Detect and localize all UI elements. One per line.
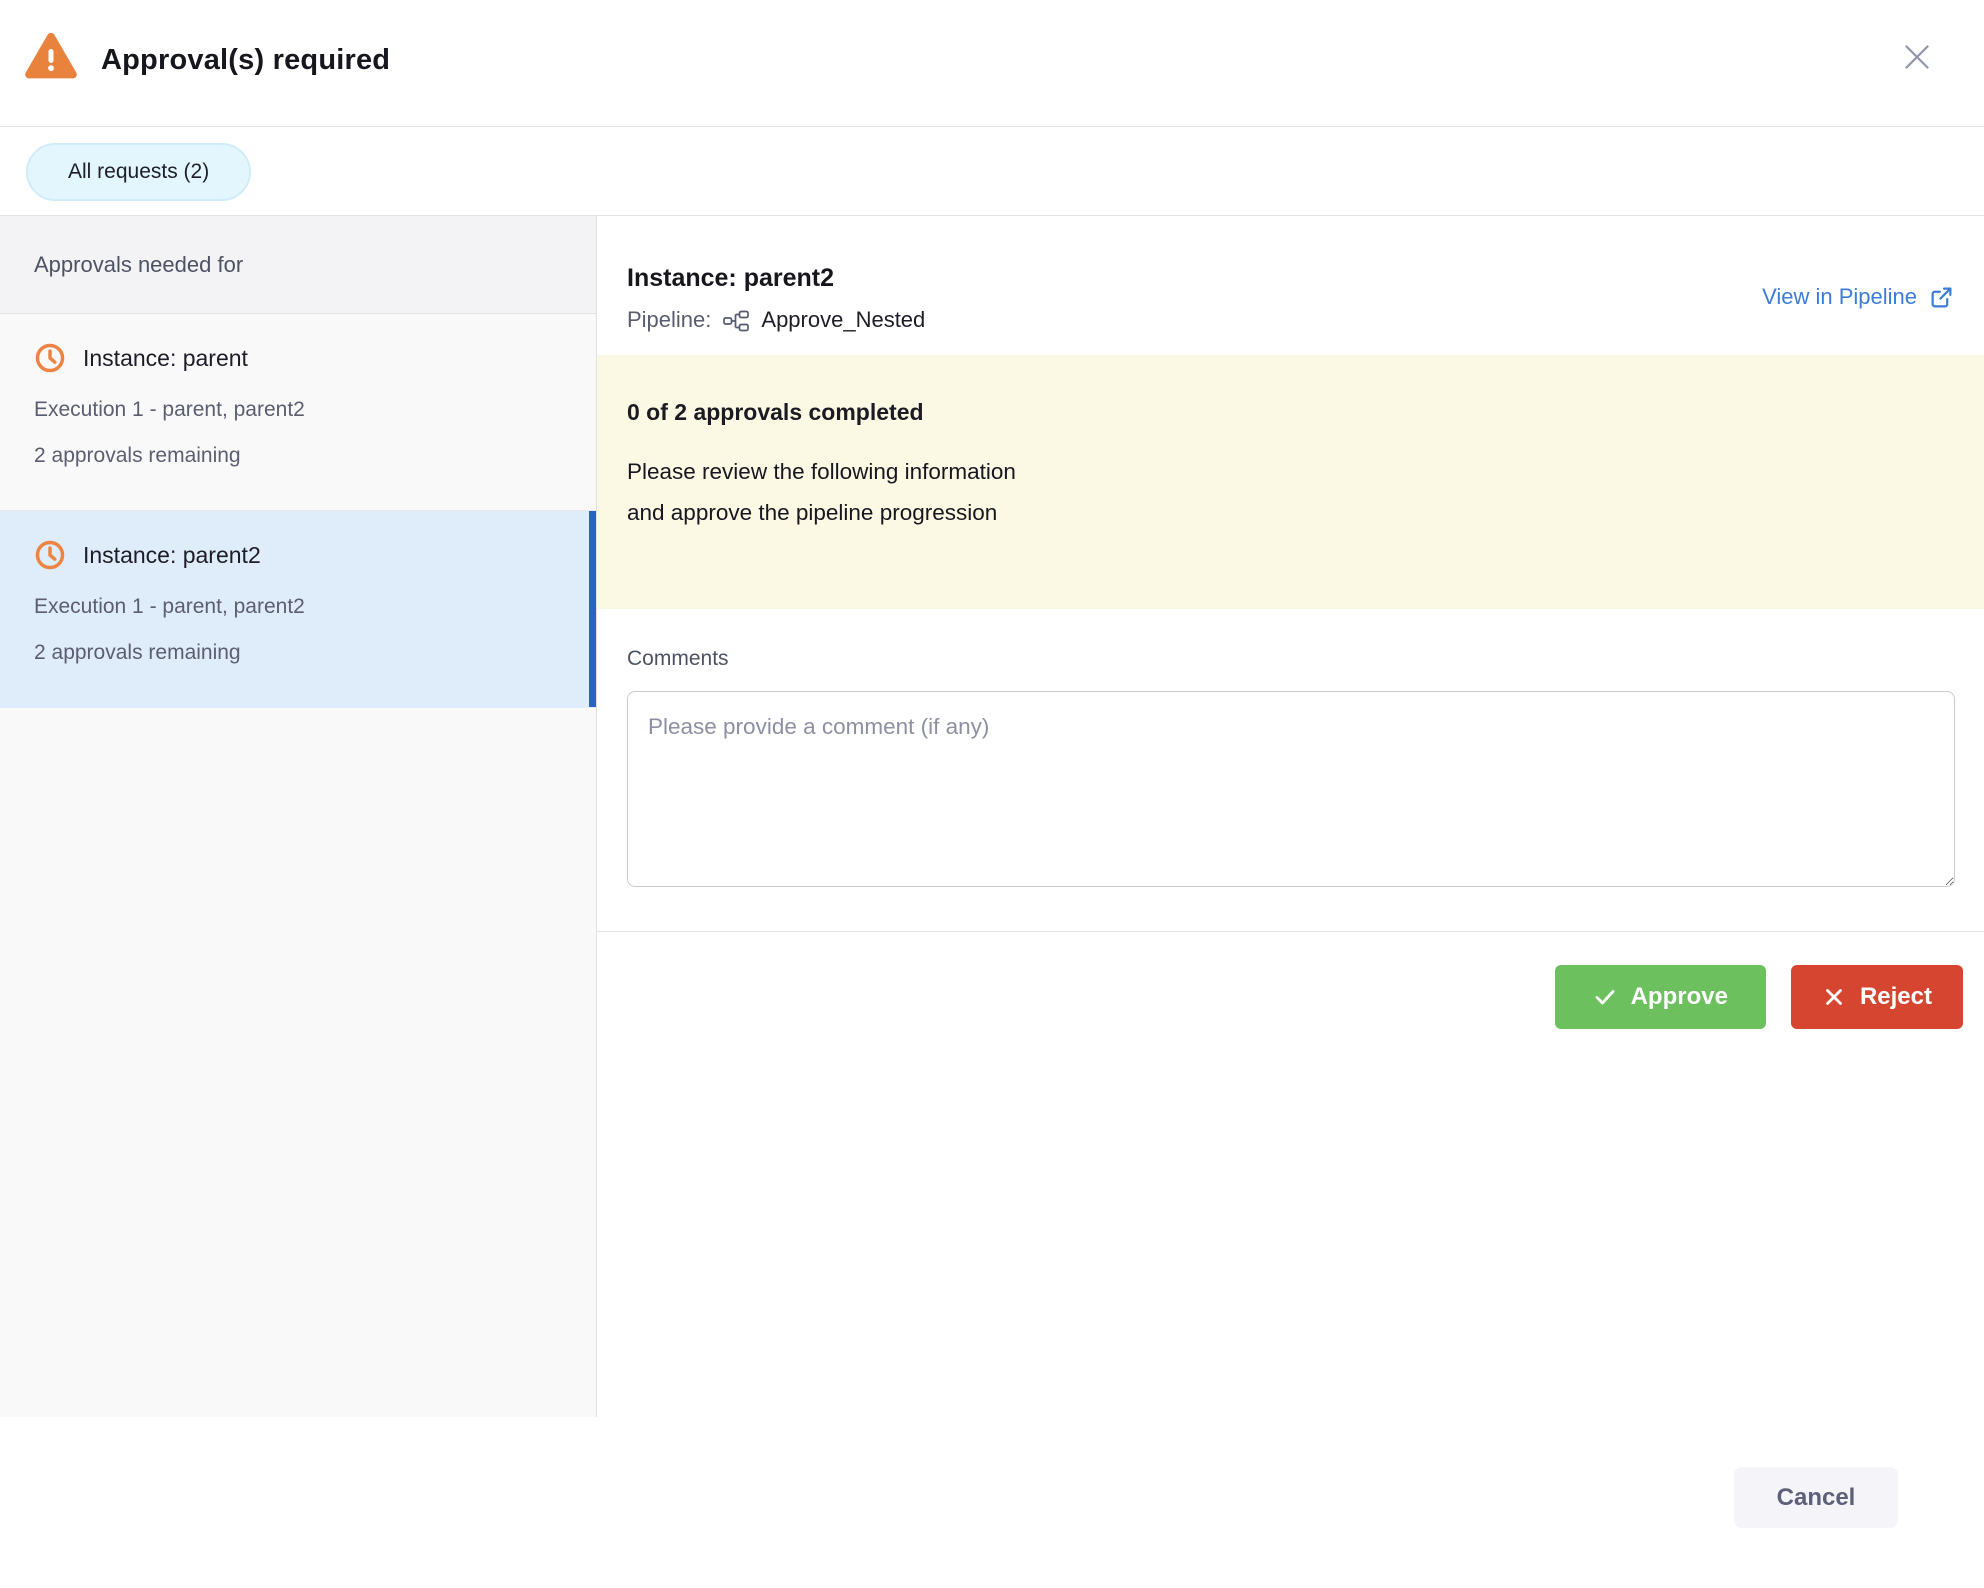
approval-item-remaining: 2 approvals remaining [34,444,576,468]
approval-item-execution: Execution 1 - parent, parent2 [34,595,576,619]
approval-item-head: Instance: parent [34,342,576,374]
close-icon[interactable] [1896,36,1938,78]
pipeline-icon [722,309,750,333]
action-row: Approve Reject [597,932,1984,1029]
modal-body: Approvals needed for Instance: parent Ex… [0,215,1984,1417]
instance-title: Instance: parent2 [627,264,925,293]
approval-item-parent[interactable]: Instance: parent Execution 1 - parent, p… [0,314,596,511]
view-in-pipeline-label: View in Pipeline [1762,284,1917,310]
approve-label: Approve [1631,983,1728,1011]
check-icon [1593,985,1617,1009]
approvals-completed-text: 0 of 2 approvals completed [627,399,1954,426]
page-title: Approval(s) required [101,44,390,77]
reject-label: Reject [1860,983,1932,1011]
detail-header: Instance: parent2 Pipeline: Approve_Nest… [597,216,1984,333]
cancel-button[interactable]: Cancel [1734,1467,1898,1528]
view-in-pipeline-link[interactable]: View in Pipeline [1762,284,1954,310]
approval-instructions-line2: and approve the pipeline progression [627,492,1954,533]
tab-row: All requests (2) [0,127,1984,215]
tab-all-requests[interactable]: All requests (2) [26,143,251,201]
clock-icon [34,539,66,571]
warning-icon [24,30,78,82]
approval-item-head: Instance: parent2 [34,539,576,571]
detail-panel: Instance: parent2 Pipeline: Approve_Nest… [597,216,1984,1417]
approve-button[interactable]: Approve [1555,965,1766,1029]
external-link-icon [1929,285,1954,310]
clock-icon [34,342,66,374]
sidebar-header: Approvals needed for [0,216,596,314]
comment-input[interactable] [627,691,1955,887]
modal-header: Approval(s) required [0,0,1984,127]
modal-footer: Cancel [0,1417,1984,1587]
approval-item-remaining: 2 approvals remaining [34,641,576,665]
pipeline-row: Pipeline: Approve_Nested [627,307,925,333]
detail-header-left: Instance: parent2 Pipeline: Approve_Nest… [627,264,925,333]
approval-item-title: Instance: parent [83,345,248,372]
comments-label: Comments [627,647,1954,671]
approval-item-parent2[interactable]: Instance: parent2 Execution 1 - parent, … [0,511,596,708]
approvals-sidebar: Approvals needed for Instance: parent Ex… [0,216,597,1417]
pipeline-label: Pipeline: [627,307,711,333]
approval-item-execution: Execution 1 - parent, parent2 [34,398,576,422]
approval-item-title: Instance: parent2 [83,542,261,569]
x-icon [1822,985,1846,1009]
reject-button[interactable]: Reject [1791,965,1963,1029]
approval-instructions: Please review the following information … [627,451,1954,533]
pipeline-name: Approve_Nested [761,307,925,333]
approval-instructions-line1: Please review the following information [627,451,1954,492]
approval-status-banner: 0 of 2 approvals completed Please review… [597,355,1984,609]
